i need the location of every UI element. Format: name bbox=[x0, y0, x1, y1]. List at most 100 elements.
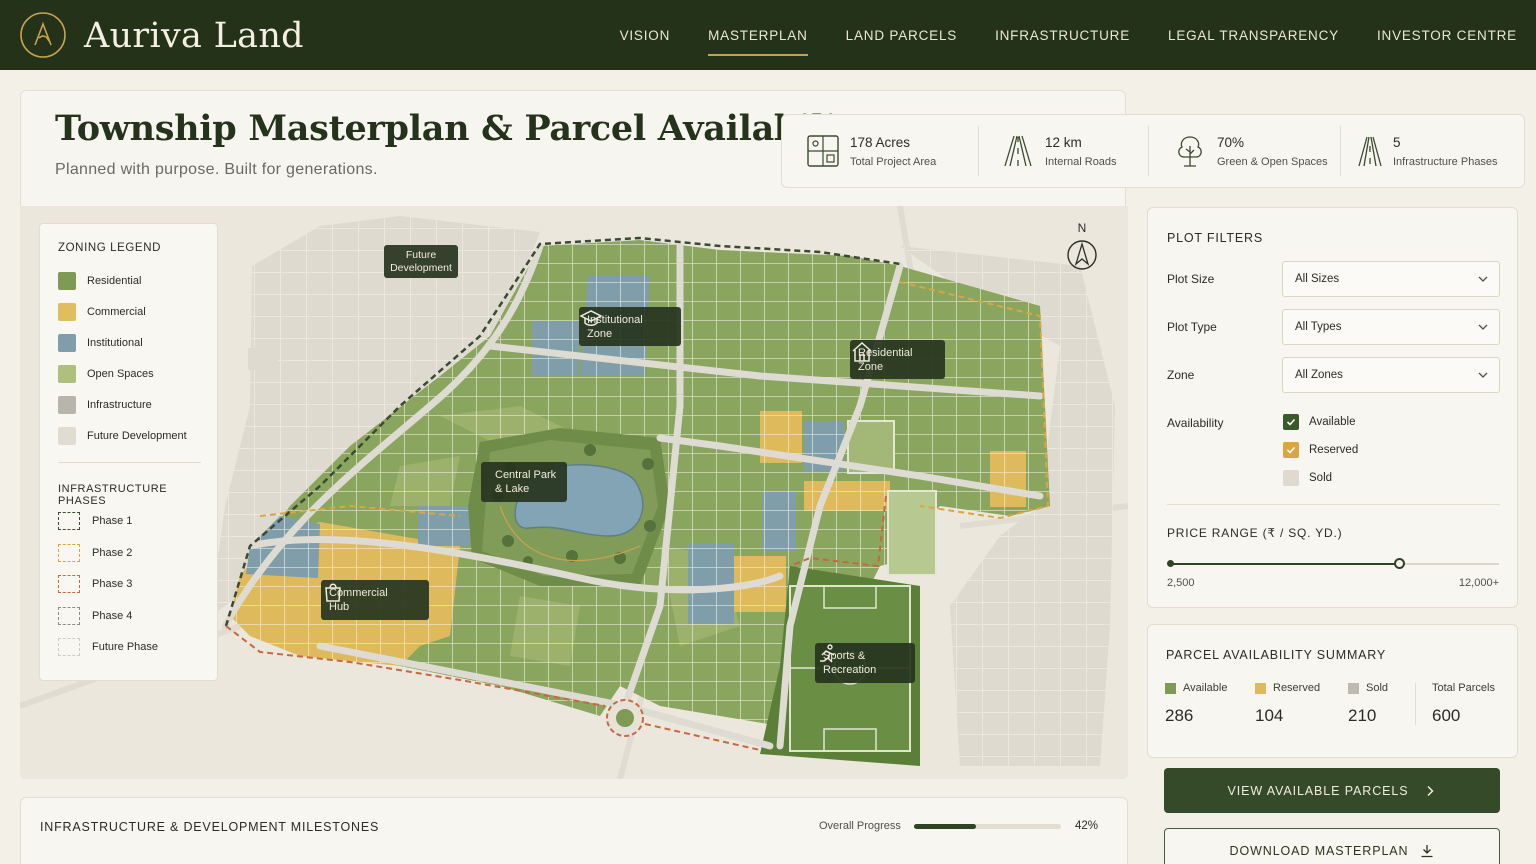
view-available-parcels-label: VIEW AVAILABLE PARCELS bbox=[1227, 783, 1409, 798]
summary-total-value: 600 bbox=[1432, 706, 1461, 725]
view-available-parcels-button[interactable]: VIEW AVAILABLE PARCELS bbox=[1164, 768, 1500, 813]
compass-north: N bbox=[1078, 221, 1087, 235]
legend-infrastructure: Infrastructure bbox=[58, 396, 152, 414]
plot-type-select[interactable]: All Types bbox=[1282, 309, 1500, 345]
nav-land-parcels[interactable]: LAND PARCELS bbox=[846, 22, 957, 49]
nav-infrastructure[interactable]: INFRASTRUCTURE bbox=[995, 22, 1130, 49]
stat-project-area: 178 Acres Total Project Area bbox=[782, 126, 979, 176]
download-masterplan-label: DOWNLOAD MASTERPLAN bbox=[1229, 843, 1409, 858]
swatch-commercial bbox=[58, 303, 76, 321]
legend-phase-4: Phase 4 bbox=[58, 607, 132, 625]
price-range-min-handle[interactable] bbox=[1167, 560, 1174, 567]
checkbox-available[interactable] bbox=[1283, 414, 1299, 430]
nav-investor-centre[interactable]: INVESTOR CENTRE bbox=[1377, 22, 1517, 49]
brand-name[interactable]: Auriva Land bbox=[84, 16, 304, 56]
legend-label: Institutional bbox=[87, 337, 143, 349]
legend-future-phase: Future Phase bbox=[58, 638, 158, 656]
swatch-open-spaces bbox=[58, 365, 76, 383]
nav-masterplan[interactable]: MASTERPLAN bbox=[708, 22, 808, 56]
checkbox-sold[interactable] bbox=[1283, 470, 1299, 486]
summary-sold-value: 210 bbox=[1348, 706, 1377, 725]
zoning-legend: ZONING LEGEND Residential Commercial Ins… bbox=[39, 223, 218, 681]
parcel-availability-summary: PARCEL AVAILABILITY SUMMARY Available 28… bbox=[1147, 624, 1518, 758]
price-range-slider[interactable] bbox=[1167, 558, 1499, 569]
page-title: Township Masterplan & Parcel Availabilit… bbox=[55, 108, 874, 149]
download-masterplan-button[interactable]: DOWNLOAD MASTERPLAN bbox=[1164, 828, 1500, 864]
legend-residential: Residential bbox=[58, 272, 141, 290]
summary-title: PARCEL AVAILABILITY SUMMARY bbox=[1166, 648, 1387, 662]
availability-sold[interactable]: Sold bbox=[1283, 470, 1332, 486]
zone-select[interactable]: All Zones bbox=[1282, 357, 1500, 393]
price-min-label: 2,500 bbox=[1167, 577, 1195, 589]
map-label-commercial-hub[interactable]: Commercial Hub bbox=[321, 580, 429, 620]
summary-reserved: Reserved 104 bbox=[1255, 682, 1320, 726]
map-label-central-park[interactable]: Central Park & Lake bbox=[481, 462, 567, 502]
swatch-institutional bbox=[58, 334, 76, 352]
map-label-residential-zone[interactable]: Residential Zone bbox=[850, 340, 945, 379]
nav-vision[interactable]: VISION bbox=[620, 22, 671, 49]
checkbox-reserved[interactable] bbox=[1283, 442, 1299, 458]
summary-total: Total Parcels 600 bbox=[1432, 682, 1495, 726]
chevron-down-icon bbox=[1478, 372, 1488, 378]
map-label-future-development[interactable]: Future Development bbox=[384, 245, 458, 278]
swatch-phase-1 bbox=[58, 512, 80, 530]
availability-available[interactable]: Available bbox=[1283, 414, 1355, 430]
summary-reserved-value: 104 bbox=[1255, 706, 1284, 725]
runner-icon bbox=[820, 644, 835, 663]
swatch-future-development bbox=[58, 427, 76, 445]
stat-value: 12 km bbox=[1045, 134, 1082, 150]
map-label-sports-recreation[interactable]: Sports & Recreation bbox=[815, 643, 915, 683]
overall-progress-fill bbox=[914, 824, 976, 829]
summary-label: Sold bbox=[1366, 682, 1389, 694]
chevron-right-icon bbox=[1427, 785, 1435, 796]
summary-available: Available 286 bbox=[1165, 682, 1227, 726]
swatch-available bbox=[1165, 682, 1176, 694]
availability-reserved[interactable]: Reserved bbox=[1283, 442, 1358, 458]
legend-label: Commercial bbox=[87, 306, 146, 318]
filters-divider bbox=[1167, 504, 1500, 505]
phases-road-icon bbox=[1358, 136, 1382, 167]
plot-size-select[interactable]: All Sizes bbox=[1282, 261, 1500, 297]
summary-available-value: 286 bbox=[1165, 706, 1194, 725]
nav-legal-transparency[interactable]: LEGAL TRANSPARENCY bbox=[1168, 22, 1339, 49]
stat-label: Green & Open Spaces bbox=[1217, 155, 1328, 168]
legend-label: Residential bbox=[87, 275, 142, 287]
milestones-section: INFRASTRUCTURE & DEVELOPMENT MILESTONES … bbox=[20, 797, 1128, 864]
stat-label: Total Project Area bbox=[850, 155, 937, 168]
chevron-down-icon bbox=[1478, 324, 1488, 330]
price-range-fill bbox=[1169, 563, 1400, 565]
legend-label: Open Spaces bbox=[87, 368, 154, 380]
summary-label: Total Parcels bbox=[1432, 682, 1495, 694]
download-icon bbox=[1421, 844, 1433, 857]
legend-label: Phase 3 bbox=[92, 578, 133, 590]
legend-label: Future Development bbox=[87, 430, 187, 442]
swatch-sold bbox=[1348, 682, 1359, 694]
plot-size-value: All Sizes bbox=[1295, 273, 1340, 285]
price-range-max-handle[interactable] bbox=[1394, 558, 1405, 569]
map-label-text: Central Park & Lake bbox=[495, 469, 557, 495]
swatch-phase-3 bbox=[58, 575, 80, 593]
stat-label: Internal Roads bbox=[1045, 155, 1117, 168]
price-range-title: PRICE RANGE (₹ / SQ. YD.) bbox=[1167, 526, 1343, 540]
chevron-down-icon bbox=[1478, 276, 1488, 282]
overall-progress-label: Overall Progress bbox=[819, 820, 901, 832]
legend-divider bbox=[58, 462, 201, 463]
overall-progress-bar bbox=[914, 824, 1061, 829]
legend-institutional: Institutional bbox=[58, 334, 143, 352]
swatch-future-phase bbox=[58, 638, 80, 656]
stat-green-spaces: 70% Green & Open Spaces bbox=[1149, 126, 1341, 176]
swatch-residential bbox=[58, 272, 76, 290]
legend-label: Phase 1 bbox=[92, 515, 133, 527]
legend-phase-2: Phase 2 bbox=[58, 544, 132, 562]
brand-logo-icon[interactable] bbox=[19, 11, 67, 59]
grid-plan-icon bbox=[807, 135, 839, 167]
legend-phase-1: Phase 1 bbox=[58, 512, 132, 530]
milestones-title: INFRASTRUCTURE & DEVELOPMENT MILESTONES bbox=[40, 820, 380, 834]
overall-progress-value: 42% bbox=[1075, 820, 1099, 832]
map-label-institutional-zone[interactable]: Institutional Zone bbox=[579, 307, 681, 346]
availability-option-label: Available bbox=[1309, 416, 1356, 428]
stat-value: 70% bbox=[1217, 134, 1245, 150]
phases-legend-title: INFRASTRUCTURE PHASES bbox=[58, 483, 168, 507]
graduation-cap-icon bbox=[579, 310, 603, 326]
road-icon bbox=[1004, 135, 1032, 167]
